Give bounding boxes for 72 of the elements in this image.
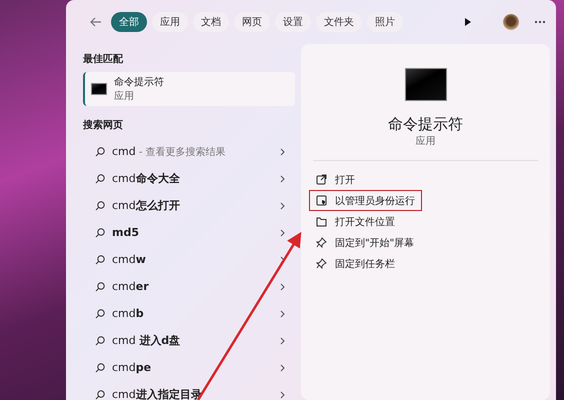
filter-tab[interactable]: 全部 <box>111 12 147 32</box>
search-suggestion[interactable]: cmd命令大全 <box>83 165 295 192</box>
search-suggestion[interactable]: cmdpe <box>83 354 295 381</box>
filter-tab[interactable]: 设置 <box>275 12 311 32</box>
more-icon[interactable] <box>534 20 546 24</box>
search-icon <box>95 362 105 372</box>
filter-tab[interactable]: 文档 <box>193 12 229 32</box>
suggestion-text: cmd命令大全 <box>112 171 181 186</box>
app-type: 应用 <box>414 134 436 148</box>
chevron-icon <box>280 282 285 290</box>
chevron-icon <box>280 390 285 398</box>
back-arrow-icon[interactable] <box>90 17 102 27</box>
action-item[interactable]: 打开 <box>309 169 362 190</box>
action-label: 打开文件位置 <box>335 216 395 228</box>
search-suggestion[interactable]: cmd 进入d盘 <box>83 327 295 354</box>
search-icon <box>95 282 105 292</box>
action-item[interactable]: 打开文件位置 <box>309 211 402 232</box>
open-external-icon <box>316 174 327 185</box>
chevron-icon <box>280 364 285 372</box>
suggestion-text: cmd怎么打开 <box>112 198 181 213</box>
chevron-icon <box>280 310 285 318</box>
filter-tab[interactable]: 文件夹 <box>316 12 362 32</box>
chevron-icon <box>280 228 285 236</box>
search-suggestion[interactable]: cmd怎么打开 <box>83 192 295 219</box>
filter-tab[interactable]: 应用 <box>152 12 188 32</box>
action-item[interactable]: 固定到任务栏 <box>309 253 402 274</box>
action-label: 固定到"开始"屏幕 <box>335 236 414 250</box>
search-suggestion[interactable]: md5 <box>83 219 295 246</box>
search-icon <box>95 254 105 264</box>
search-icon <box>95 146 105 156</box>
search-icon <box>95 390 105 400</box>
filter-tab[interactable]: 网页 <box>234 12 270 32</box>
search-icon <box>95 228 105 238</box>
chevron-icon <box>280 148 285 156</box>
action-label: 固定到任务栏 <box>335 258 395 270</box>
filter-tab[interactable]: 照片 <box>367 12 403 32</box>
avatar[interactable] <box>503 14 519 30</box>
suggestion-text: cmdw <box>112 253 147 266</box>
section-heading: 搜索网页 <box>83 118 124 133</box>
chevron-icon <box>280 336 285 344</box>
app-name: 命令提示符 <box>387 115 464 134</box>
suggestion-text: cmd - 查看更多搜索结果 <box>112 144 227 158</box>
search-suggestion[interactable]: cmder <box>83 273 295 300</box>
search-icon <box>95 336 105 346</box>
play-icon[interactable] <box>464 17 472 27</box>
action-item[interactable]: 以管理员身份运行 <box>309 190 422 211</box>
section-heading: 最佳匹配 <box>83 52 124 67</box>
suggestion-text: cmdb <box>112 307 145 320</box>
app-name: 命令提示符 <box>114 76 164 89</box>
suggestion-text: cmdpe <box>112 361 152 374</box>
app-type: 应用 <box>114 90 135 103</box>
pin-icon <box>316 258 327 269</box>
best-match-item[interactable]: 命令提示符 应用 <box>83 72 295 106</box>
suggestion-text: cmder <box>112 280 150 293</box>
search-icon <box>95 200 105 210</box>
search-suggestion[interactable]: cmdw <box>83 246 295 273</box>
action-label: 打开 <box>335 174 355 186</box>
action-label: 以管理员身份运行 <box>335 194 415 208</box>
search-suggestion[interactable]: cmd - 查看更多搜索结果 <box>83 138 295 165</box>
shield-window-icon <box>316 195 327 206</box>
chevron-icon <box>280 174 285 182</box>
search-icon <box>95 174 105 184</box>
terminal-icon <box>404 68 446 101</box>
folder-icon <box>316 216 327 227</box>
pin-icon <box>316 237 327 248</box>
action-item[interactable]: 固定到"开始"屏幕 <box>309 232 422 253</box>
suggestion-text: md5 <box>112 226 140 239</box>
terminal-icon <box>91 83 107 95</box>
suggestion-text: cmd 进入d盘 <box>112 333 182 348</box>
search-icon <box>95 308 105 318</box>
search-suggestion[interactable]: cmdb <box>83 300 295 327</box>
chevron-icon <box>280 202 285 210</box>
